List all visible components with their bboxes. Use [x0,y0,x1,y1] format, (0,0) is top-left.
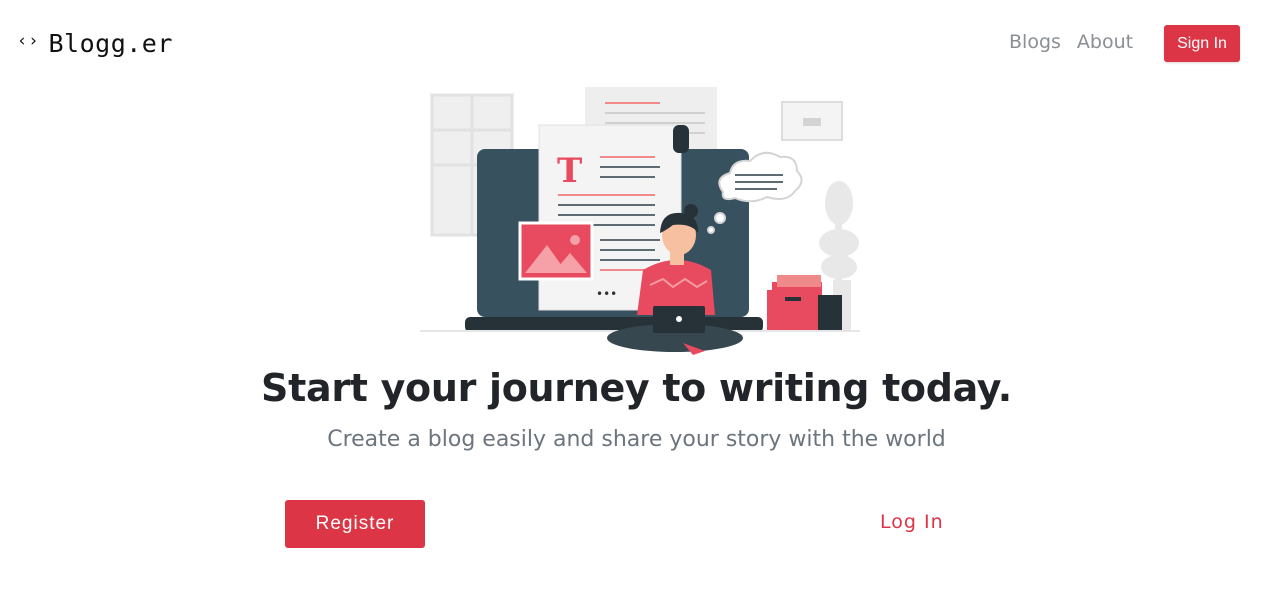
register-button[interactable]: Register [285,500,425,548]
document-letter: T [557,151,582,191]
hero-headline: Start your journey to writing today. [0,366,1273,410]
file-box-illustration [767,275,842,330]
code-brackets-icon: ‹› [17,30,40,51]
hero-illustration: T ••• [420,87,860,355]
sign-in-button[interactable]: Sign In [1164,25,1240,62]
headline-emphasis: Start [261,366,368,410]
hero-subtitle: Create a blog easily and share your stor… [327,427,946,452]
headline-text: your journey to writing today. [367,366,1013,410]
brand-name: Blogg.er [48,29,173,58]
nav-links: Blogs About [1009,31,1149,53]
nav-link-blogs[interactable]: Blogs [1009,31,1061,53]
nav-link-about[interactable]: About [1077,31,1133,53]
log-in-link[interactable]: Log In [880,511,944,533]
svg-text:•••: ••• [596,287,617,301]
navbar: ‹› Blogg.er Blogs About Sign In [0,0,1273,86]
brand-logo[interactable]: ‹› Blogg.er [17,29,173,58]
